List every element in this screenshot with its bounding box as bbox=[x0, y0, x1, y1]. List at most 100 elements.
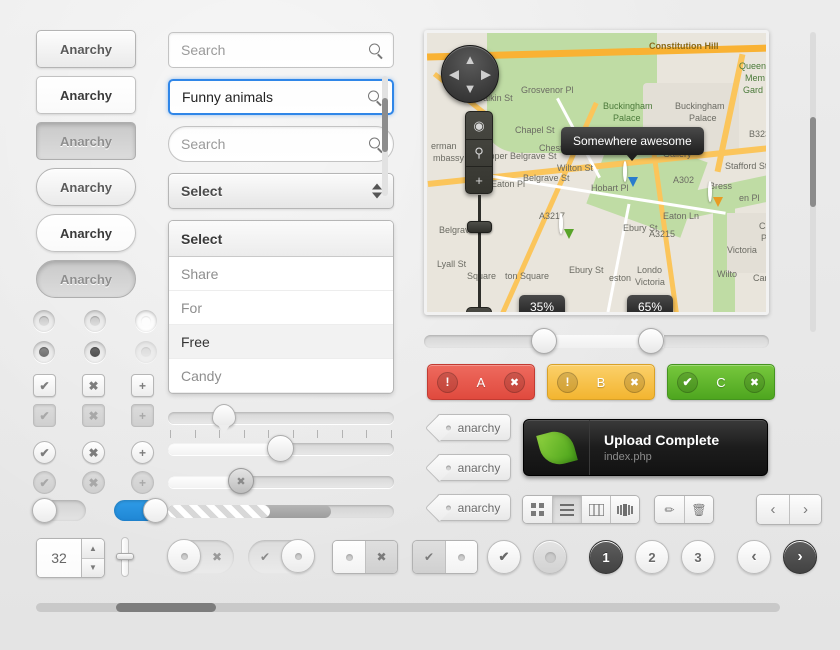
stepper-decrement-icon[interactable]: ▼ bbox=[82, 558, 104, 578]
slider-grip-knob[interactable]: ✖ bbox=[228, 468, 254, 494]
alert-close-icon[interactable]: ✖ bbox=[744, 372, 765, 393]
checkbox-check-square[interactable]: ✔ bbox=[33, 374, 56, 397]
toggle-switch-on[interactable] bbox=[114, 500, 166, 521]
tag-3[interactable]: anarchy bbox=[437, 494, 511, 521]
anarchy-button-4[interactable]: Anarchy bbox=[36, 168, 136, 206]
checkbox-plus-square-disabled[interactable]: + bbox=[131, 404, 154, 427]
checkbox-check-round[interactable]: ✔ bbox=[33, 441, 56, 464]
slider-track[interactable] bbox=[168, 412, 394, 424]
checkbox-cross-square-disabled[interactable]: ✖ bbox=[82, 404, 105, 427]
vertical-scrollbar[interactable] bbox=[810, 32, 816, 332]
delete-trash-icon[interactable]: 🗑 bbox=[684, 496, 713, 523]
select-option-candy[interactable]: Candy bbox=[169, 359, 393, 393]
map-widget[interactable]: Constitution HillQueenMemGardBuckinghamP… bbox=[424, 30, 769, 315]
map-zoom-control[interactable]: ◉ ⚲ + − bbox=[465, 111, 493, 194]
anarchy-button-2[interactable]: Anarchy bbox=[36, 76, 136, 114]
pagination-blank-button[interactable] bbox=[533, 540, 567, 574]
nav-prev-icon[interactable]: ‹ bbox=[757, 495, 789, 524]
range-slider-handle-left[interactable] bbox=[531, 328, 557, 354]
segment-cross-square[interactable]: ✖ bbox=[365, 541, 397, 573]
edit-pencil-icon[interactable]: ✏ bbox=[655, 496, 684, 523]
checkbox-plus-round-disabled[interactable]: + bbox=[131, 471, 154, 494]
search-icon[interactable] bbox=[368, 91, 381, 104]
select-open-header[interactable]: Select bbox=[169, 221, 393, 257]
radio-checked-2[interactable] bbox=[84, 341, 106, 363]
stepper-value[interactable]: 32 bbox=[37, 539, 81, 577]
pan-down-icon[interactable]: ▼ bbox=[464, 82, 477, 95]
checkbox-check-round-disabled[interactable]: ✔ bbox=[33, 471, 56, 494]
vertical-slider[interactable] bbox=[116, 537, 132, 577]
radio-disabled-1[interactable] bbox=[135, 341, 157, 363]
select-closed[interactable]: Select bbox=[168, 173, 394, 209]
segment-check-square[interactable]: ✔ bbox=[413, 541, 445, 573]
search-icon[interactable] bbox=[369, 138, 382, 151]
alert-close-icon[interactable]: ✖ bbox=[624, 372, 645, 393]
search-input-focused[interactable]: Funny animals bbox=[168, 79, 394, 115]
alert-close-icon[interactable]: ✖ bbox=[504, 372, 525, 393]
slider-pin-knob[interactable] bbox=[212, 404, 236, 428]
anarchy-button-3[interactable]: Anarchy bbox=[36, 122, 136, 160]
segment-dot-selected[interactable] bbox=[167, 539, 201, 573]
map-locate-icon[interactable]: ◉ bbox=[466, 112, 492, 139]
select-option-free[interactable]: Free bbox=[169, 325, 393, 359]
horizontal-scrollbar[interactable] bbox=[36, 603, 780, 612]
radio-unchecked-2[interactable] bbox=[84, 310, 106, 332]
anarchy-button-6[interactable]: Anarchy bbox=[36, 260, 136, 298]
map-pin-blue[interactable] bbox=[623, 163, 642, 189]
slider-round-handle[interactable] bbox=[168, 443, 394, 455]
select-option-for[interactable]: For bbox=[169, 291, 393, 325]
slider-grip-handle[interactable]: ✖ bbox=[168, 476, 394, 488]
columns-view-icon[interactable] bbox=[581, 496, 610, 523]
segment-dot-square[interactable] bbox=[333, 541, 365, 573]
segment-dot-square-2[interactable] bbox=[445, 541, 477, 573]
checkbox-plus-square[interactable]: + bbox=[131, 374, 154, 397]
checkbox-cross-square[interactable]: ✖ bbox=[82, 374, 105, 397]
slider-track[interactable] bbox=[168, 443, 394, 455]
pagination-next-icon[interactable]: › bbox=[783, 540, 817, 574]
pagination-page-3[interactable]: 3 bbox=[681, 540, 715, 574]
pagination-page-2[interactable]: 2 bbox=[635, 540, 669, 574]
map-zoom-out-icon[interactable]: − bbox=[466, 307, 492, 315]
segment-dot-selected[interactable] bbox=[281, 539, 315, 573]
anarchy-button-5[interactable]: Anarchy bbox=[36, 214, 136, 252]
nav-next-icon[interactable]: › bbox=[789, 495, 821, 524]
search-icon[interactable] bbox=[369, 44, 382, 57]
search-input-default[interactable]: Search bbox=[168, 32, 394, 68]
range-slider-track[interactable] bbox=[424, 335, 769, 348]
anarchy-button-1[interactable]: Anarchy bbox=[36, 30, 136, 68]
segment-cross-icon[interactable]: ✖ bbox=[200, 540, 234, 574]
vertical-scrollbar-thumb[interactable] bbox=[810, 117, 816, 207]
slider-track[interactable]: ✖ bbox=[168, 476, 394, 488]
map-pan-control[interactable]: ▲ ▼ ◀ ▶ bbox=[441, 45, 499, 103]
checkbox-cross-round-disabled[interactable]: ✖ bbox=[82, 471, 105, 494]
map-pin-orange[interactable] bbox=[708, 183, 727, 209]
slider-round-knob[interactable] bbox=[267, 435, 294, 462]
map-pin-green[interactable] bbox=[559, 215, 578, 241]
stepper-increment-icon[interactable]: ▲ bbox=[82, 539, 104, 558]
radio-unchecked-3[interactable] bbox=[135, 310, 157, 332]
pagination-check-button[interactable]: ✔ bbox=[487, 540, 521, 574]
range-slider[interactable] bbox=[424, 335, 769, 348]
checkbox-check-square-disabled[interactable]: ✔ bbox=[33, 404, 56, 427]
horizontal-scrollbar-thumb[interactable] bbox=[116, 603, 216, 612]
radio-unchecked-1[interactable] bbox=[33, 310, 55, 332]
pagination-prev-icon[interactable]: ‹ bbox=[737, 540, 771, 574]
checkbox-cross-round[interactable]: ✖ bbox=[82, 441, 105, 464]
grid-view-icon[interactable] bbox=[523, 496, 552, 523]
coverflow-view-icon[interactable] bbox=[610, 496, 639, 523]
search-input-pill[interactable]: Search bbox=[168, 126, 394, 162]
vertical-slider-knob[interactable] bbox=[116, 553, 134, 560]
list-view-icon[interactable] bbox=[552, 496, 581, 523]
map-zoom-in-icon[interactable]: + bbox=[466, 166, 492, 193]
number-stepper[interactable]: 32 ▲ ▼ bbox=[36, 538, 105, 578]
pagination-page-1[interactable]: 1 bbox=[589, 540, 623, 574]
toggle-switch-off[interactable] bbox=[34, 500, 86, 521]
map-pin-icon[interactable]: ⚲ bbox=[466, 139, 492, 166]
checkbox-plus-round[interactable]: + bbox=[131, 441, 154, 464]
tag-1[interactable]: anarchy bbox=[437, 414, 511, 441]
range-slider-handle-right[interactable] bbox=[638, 328, 664, 354]
pan-left-icon[interactable]: ◀ bbox=[449, 68, 459, 81]
radio-checked-1[interactable] bbox=[33, 341, 55, 363]
select-option-share[interactable]: Share bbox=[169, 257, 393, 291]
map-zoom-handle[interactable] bbox=[467, 221, 492, 233]
